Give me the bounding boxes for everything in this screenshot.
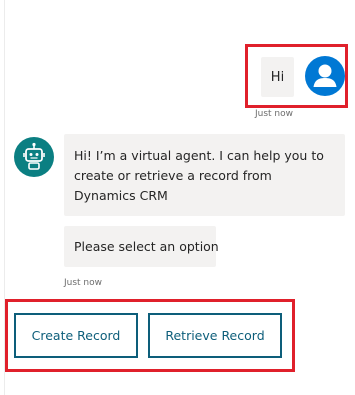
person-icon xyxy=(313,64,337,87)
bot-message-timestamp: Just now xyxy=(64,278,103,288)
bot-message-text: Hi! I’m a virtual agent. I can help you … xyxy=(74,148,324,203)
bot-icon xyxy=(23,142,45,170)
retrieve-record-button[interactable]: Retrieve Record xyxy=(148,313,282,358)
user-avatar xyxy=(305,56,345,96)
create-record-button[interactable]: Create Record xyxy=(14,313,138,358)
user-message-text: Hi xyxy=(270,69,285,85)
bot-prompt-text: Please select an option xyxy=(74,239,219,254)
bot-avatar xyxy=(14,137,54,177)
user-message-bubble: Hi xyxy=(261,57,294,97)
user-message-timestamp: Just now xyxy=(255,109,294,119)
bot-message-bubble: Hi! I’m a virtual agent. I can help you … xyxy=(64,134,345,216)
bot-prompt-bubble: Please select an option xyxy=(64,226,219,267)
